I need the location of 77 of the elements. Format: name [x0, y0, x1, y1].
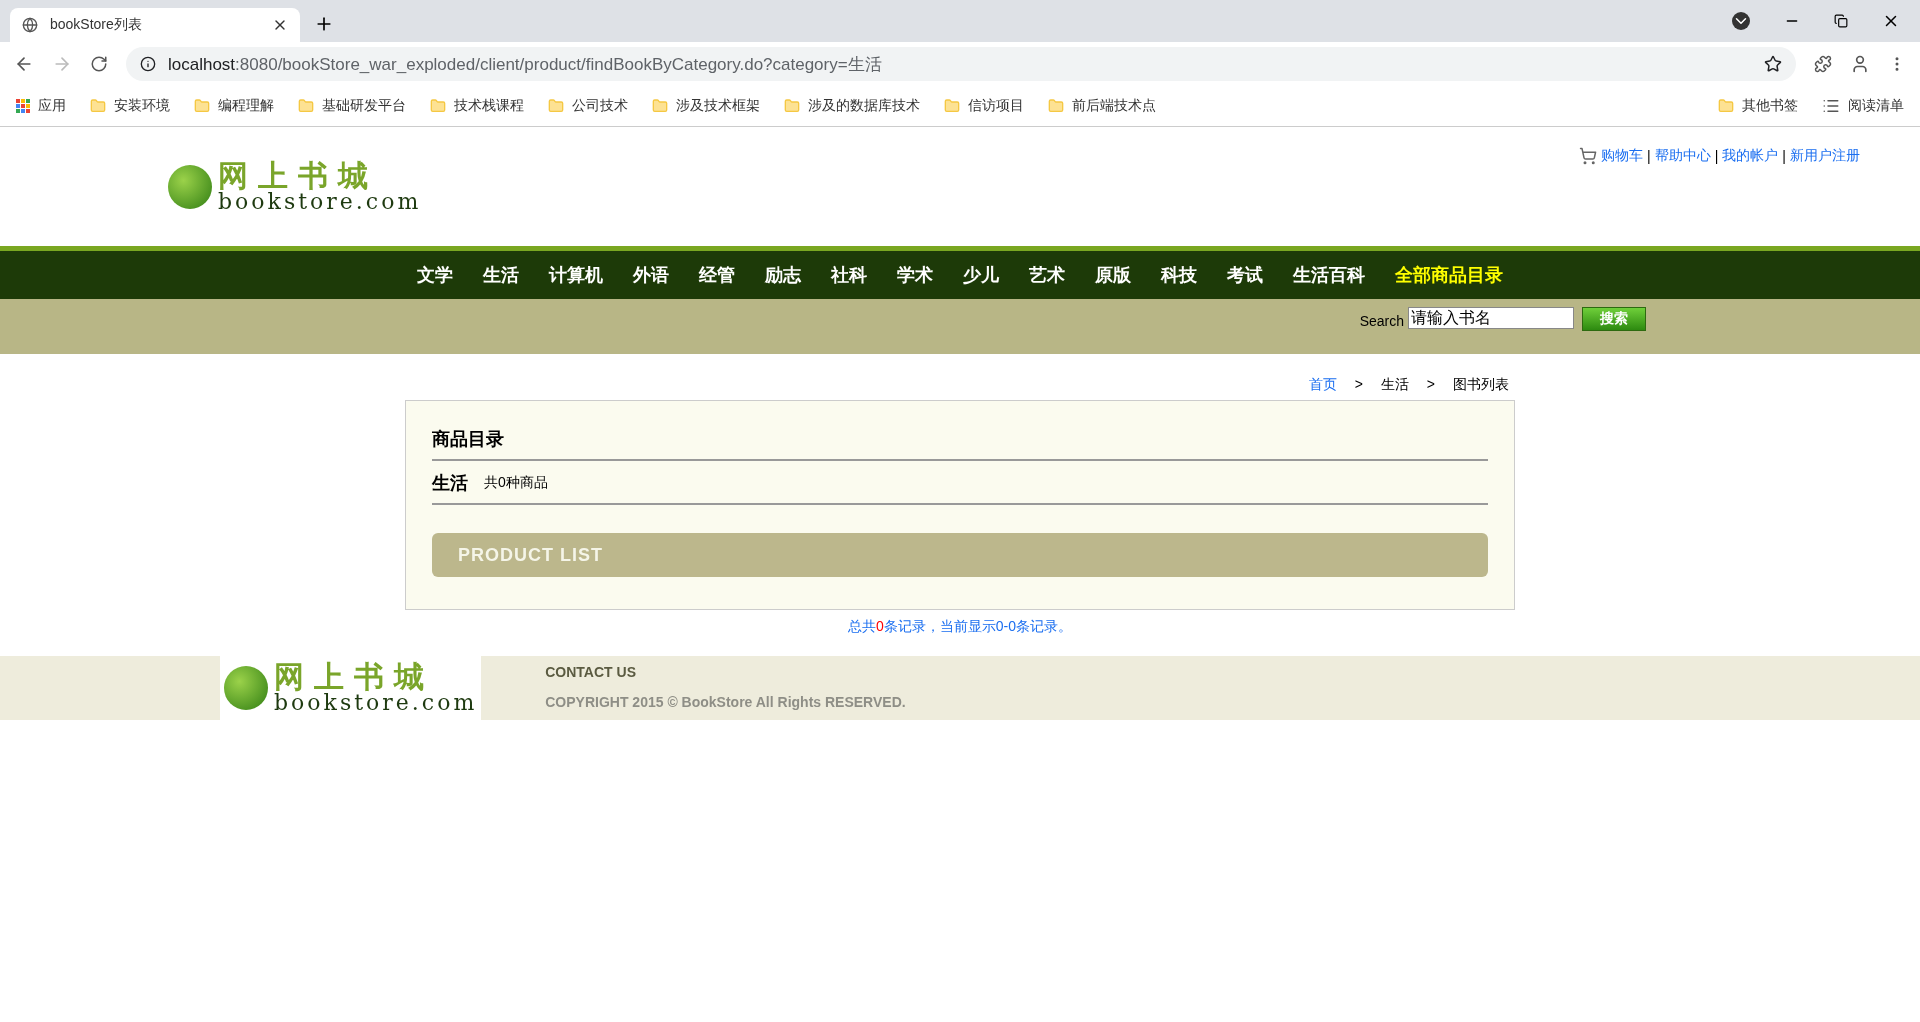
- bookmark[interactable]: 其他书签: [1718, 97, 1798, 115]
- nav-link[interactable]: 科技: [1161, 263, 1197, 287]
- bookmark[interactable]: 编程理解: [194, 97, 274, 115]
- bookmark[interactable]: 信访项目: [944, 97, 1024, 115]
- apps-icon: [16, 99, 30, 113]
- nav-link[interactable]: 全部商品目录: [1395, 263, 1503, 287]
- breadcrumb-item: 图书列表: [1453, 376, 1509, 394]
- breadcrumb-item: 生活: [1380, 376, 1409, 394]
- nav-link[interactable]: 外语: [633, 263, 669, 287]
- bookmark[interactable]: 技术栈课程: [430, 97, 524, 115]
- copyright-text: COPYRIGHT 2015 © BookStore All Rights RESERVED.: [545, 694, 906, 710]
- product-count: 共0种商品: [484, 474, 548, 492]
- address-bar[interactable]: localhost:8080/bookStore_war_exploded/client/product/findBookByCategory.do?category=生活: [126, 47, 1796, 81]
- bookmark[interactable]: 公司技术: [548, 97, 628, 115]
- search-label: Search: [1359, 312, 1404, 329]
- extensions-icon[interactable]: [1814, 55, 1832, 73]
- link-separator: |: [1782, 148, 1786, 164]
- nav-link[interactable]: 社科: [831, 263, 867, 287]
- list-icon: [1822, 97, 1840, 115]
- tab-search-icon[interactable]: [1732, 12, 1750, 30]
- reload-icon[interactable]: [90, 55, 108, 73]
- link-separator: |: [1647, 148, 1651, 164]
- logo-icon: [224, 666, 268, 710]
- folder-icon: [90, 98, 106, 114]
- bookmark[interactable]: 基础研发平台: [298, 97, 406, 115]
- logo-title: 网上书城: [274, 662, 434, 692]
- breadcrumb-link[interactable]: 首页: [1308, 376, 1337, 394]
- header-link[interactable]: 我的帐户: [1722, 147, 1779, 165]
- folder-icon: [1048, 98, 1064, 114]
- bookmark[interactable]: 前后端技术点: [1048, 97, 1156, 115]
- search-field[interactable]: 请输入书名: [1408, 307, 1574, 329]
- nav-link[interactable]: 励志: [765, 263, 801, 287]
- nav-link[interactable]: 少儿: [963, 263, 999, 287]
- logo-icon: [168, 164, 212, 209]
- browser-tab[interactable]: bookStore列表: [10, 8, 300, 42]
- folder-icon: [548, 98, 564, 114]
- header-link[interactable]: 购物车: [1601, 147, 1644, 165]
- info-icon: [140, 56, 156, 72]
- bookmark[interactable]: 涉及的数据库技术: [784, 97, 920, 115]
- folder-icon: [652, 98, 668, 114]
- category-name: 生活: [432, 472, 468, 495]
- catalog-title: 商品目录: [432, 427, 1488, 461]
- link-separator: |: [1714, 148, 1719, 164]
- folder-icon: [194, 98, 210, 114]
- logo-subtitle: bookstore.com: [274, 692, 478, 714]
- logo-subtitle: bookstore.com: [218, 190, 422, 213]
- nav-link[interactable]: 文学: [417, 263, 453, 287]
- nav-link[interactable]: 经管: [699, 263, 735, 287]
- breadcrumb-separator: >: [1426, 376, 1435, 394]
- nav-link[interactable]: 艺术: [1029, 263, 1065, 287]
- cart-icon: [1579, 147, 1598, 165]
- star-icon[interactable]: [1764, 55, 1782, 73]
- folder-icon: [1718, 98, 1734, 114]
- breadcrumb-separator: >: [1354, 376, 1363, 394]
- folder-icon: [298, 98, 314, 114]
- bookmark[interactable]: 应用: [16, 97, 66, 115]
- header-link[interactable]: 帮助中心: [1654, 147, 1711, 165]
- restore-icon[interactable]: [1834, 14, 1848, 28]
- product-list-banner: PRODUCT LIST: [432, 533, 1488, 577]
- folder-icon: [784, 98, 800, 114]
- bookmark[interactable]: 安装环境: [90, 97, 170, 115]
- nav-link[interactable]: 生活: [483, 263, 519, 287]
- bookmark[interactable]: 涉及技术框架: [652, 97, 760, 115]
- record-summary: 总共0条记录，当前显示0-0条记录。: [847, 617, 1073, 636]
- globe-icon: [22, 17, 38, 33]
- profile-icon[interactable]: [1850, 54, 1870, 74]
- nav-link[interactable]: 原版: [1095, 263, 1131, 287]
- contact-heading: CONTACT US: [545, 664, 637, 680]
- nav-link[interactable]: 计算机: [549, 263, 603, 287]
- header-link[interactable]: 新用户注册: [1790, 147, 1860, 165]
- bookmark[interactable]: 阅读清单: [1822, 97, 1904, 115]
- nav-link[interactable]: 学术: [897, 263, 933, 287]
- nav-link[interactable]: 生活百科: [1293, 263, 1365, 287]
- folder-icon: [944, 98, 960, 114]
- nav-link[interactable]: 考试: [1227, 263, 1263, 287]
- logo-title: 网上书城: [218, 160, 378, 191]
- folder-icon: [430, 98, 446, 114]
